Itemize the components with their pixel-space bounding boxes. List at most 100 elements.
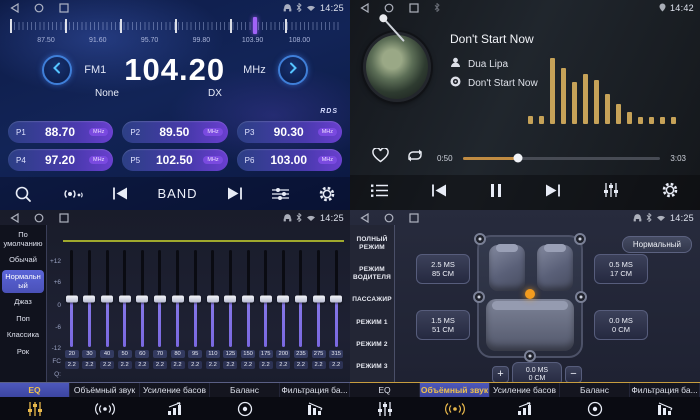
dx-mode-label[interactable]: DX <box>208 88 222 99</box>
tab-surround[interactable]: Объёмный звук <box>420 383 490 397</box>
playlist-icon[interactable] <box>371 183 389 203</box>
recents-icon[interactable] <box>59 3 69 13</box>
bass-boost-icon[interactable] <box>140 397 210 420</box>
skip-next-icon[interactable] <box>544 183 561 203</box>
preset-button-1[interactable]: P188.70MHz <box>8 121 113 143</box>
eq-gain-slider[interactable] <box>335 250 338 347</box>
listening-position-dot[interactable] <box>525 289 535 299</box>
heart-icon[interactable] <box>372 148 389 168</box>
eq-slider-thumb[interactable] <box>101 295 113 302</box>
tab-filter[interactable]: Фильтрация ба... <box>280 383 350 397</box>
home-icon[interactable] <box>34 213 44 223</box>
mode-2[interactable]: РЕЖИМ 2 <box>351 341 393 349</box>
mode-1[interactable]: РЕЖИМ 1 <box>351 319 393 327</box>
home-icon[interactable] <box>34 3 44 13</box>
eq-gain-slider[interactable] <box>264 250 267 347</box>
eq-gain-slider[interactable] <box>158 250 161 347</box>
broadcast-icon[interactable] <box>60 185 84 203</box>
filter-icon[interactable] <box>280 397 350 420</box>
rear-left-speaker-icon[interactable] <box>473 291 485 303</box>
preset-button-4[interactable]: P497.20MHz <box>8 149 113 171</box>
eq-slider-thumb[interactable] <box>189 295 201 302</box>
balance-icon[interactable] <box>560 397 630 420</box>
recents-icon[interactable] <box>409 213 419 223</box>
rear-right-delay-button[interactable]: 0.0 MS0 CM <box>594 310 648 340</box>
decrease-button[interactable]: − <box>565 366 582 383</box>
eq-gain-slider[interactable] <box>141 250 144 347</box>
tab-filter[interactable]: Фильтрация ба... <box>630 383 700 397</box>
repeat-icon[interactable] <box>405 148 425 168</box>
eq-gain-slider[interactable] <box>299 250 302 347</box>
front-left-delay-button[interactable]: 2.5 MS85 CM <box>416 254 470 284</box>
eq-gain-slider[interactable] <box>247 250 250 347</box>
eq-gain-slider[interactable] <box>123 250 126 347</box>
eq-gain-slider[interactable] <box>211 250 214 347</box>
eq-slider-thumb[interactable] <box>224 295 236 302</box>
eq-slider-thumb[interactable] <box>66 295 78 302</box>
back-icon[interactable] <box>360 3 369 13</box>
tune-down-button[interactable] <box>42 55 72 85</box>
eq-gain-slider[interactable] <box>70 250 73 347</box>
eq-gain-slider[interactable] <box>194 250 197 347</box>
center-speaker-icon[interactable] <box>524 350 536 362</box>
tab-eq[interactable]: EQ <box>350 383 420 397</box>
eq-slider-thumb[interactable] <box>136 295 148 302</box>
eq-gain-slider[interactable] <box>282 250 285 347</box>
preset-button-3[interactable]: P390.30MHz <box>237 121 342 143</box>
eq-gain-slider[interactable] <box>176 250 179 347</box>
tab-bass-boost[interactable]: Усиление басов <box>490 383 560 397</box>
gear-icon[interactable] <box>318 185 336 203</box>
tune-up-button[interactable] <box>278 55 308 85</box>
eq-gain-slider[interactable] <box>106 250 109 347</box>
eq-slider-thumb[interactable] <box>330 295 342 302</box>
pause-icon[interactable] <box>490 183 502 203</box>
profile-button[interactable]: Нормальный <box>622 236 692 253</box>
eq-sliders-icon[interactable] <box>0 397 70 420</box>
home-icon[interactable] <box>384 213 394 223</box>
eq-preset-custom[interactable]: Обычай <box>2 253 44 268</box>
mode-3[interactable]: РЕЖИМ 3 <box>351 363 393 371</box>
mode-passenger[interactable]: ПАССАЖИР <box>351 296 393 304</box>
bass-boost-icon[interactable] <box>490 397 560 420</box>
eq-sliders-icon[interactable] <box>350 397 420 420</box>
rear-left-delay-button[interactable]: 1.5 MS51 CM <box>416 310 470 340</box>
eq-preset-normal[interactable]: Нормальный <box>2 270 44 293</box>
eq-slider-thumb[interactable] <box>154 295 166 302</box>
search-icon[interactable] <box>14 185 32 203</box>
eq-preset-rock[interactable]: Рок <box>2 345 44 360</box>
eq-preset-classic[interactable]: Классика <box>2 328 44 343</box>
front-left-speaker-icon[interactable] <box>474 233 486 245</box>
progress-thumb[interactable] <box>513 154 522 163</box>
eq-preset-pop[interactable]: Поп <box>2 312 44 327</box>
eq-preset-default[interactable]: По умолчанию <box>2 228 44 251</box>
balance-icon[interactable] <box>210 397 280 420</box>
skip-prev-icon[interactable] <box>431 183 448 203</box>
back-icon[interactable] <box>360 213 369 223</box>
eq-slider-thumb[interactable] <box>172 295 184 302</box>
surround-speaker-icon[interactable] <box>420 397 490 420</box>
preset-button-5[interactable]: P5102.50MHz <box>122 149 227 171</box>
eq-slider-thumb[interactable] <box>313 295 325 302</box>
eq-preset-jazz[interactable]: Джаз <box>2 295 44 310</box>
eq-sliders-icon[interactable] <box>603 182 619 203</box>
back-icon[interactable] <box>10 213 19 223</box>
mode-driver[interactable]: РЕЖИМ ВОДИТЕЛЯ <box>351 266 393 282</box>
skip-next-icon[interactable] <box>226 186 243 201</box>
increase-button[interactable]: + <box>492 366 509 383</box>
frequency-dial[interactable] <box>10 19 340 34</box>
back-icon[interactable] <box>10 3 19 13</box>
front-right-delay-button[interactable]: 0.5 MS17 CM <box>594 254 648 284</box>
tab-bass-boost[interactable]: Усиление басов <box>140 383 210 397</box>
preset-button-2[interactable]: P289.50MHz <box>122 121 227 143</box>
preset-button-6[interactable]: P6103.00MHz <box>237 149 342 171</box>
progress-bar[interactable] <box>463 157 661 160</box>
filter-icon[interactable] <box>630 397 700 420</box>
front-right-speaker-icon[interactable] <box>574 233 586 245</box>
eq-sliders-icon[interactable] <box>271 186 290 202</box>
home-icon[interactable] <box>384 3 394 13</box>
eq-gain-slider[interactable] <box>88 250 91 347</box>
recents-icon[interactable] <box>409 3 419 13</box>
album-art[interactable] <box>363 32 431 102</box>
eq-slider-thumb[interactable] <box>277 295 289 302</box>
tab-balance[interactable]: Баланс <box>210 383 280 397</box>
